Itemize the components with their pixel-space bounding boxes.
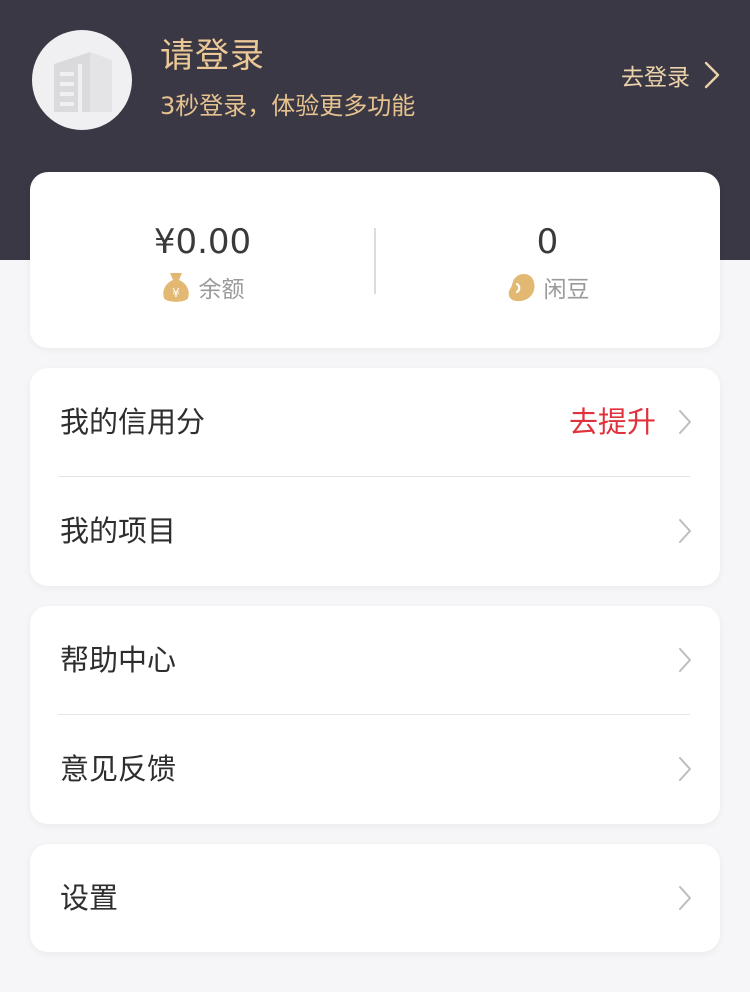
- go-login-label: 去登录: [621, 65, 690, 91]
- menu-item-help-center[interactable]: 帮助中心: [30, 606, 720, 714]
- beans-value: 0: [536, 222, 559, 262]
- menu-item-label: 我的信用分: [60, 405, 206, 439]
- account-menu-card: 我的信用分 去提升 我的项目: [30, 368, 720, 586]
- wallet-card: ¥0.00 ¥ 余额 0 闲豆: [30, 172, 720, 348]
- login-title[interactable]: 请登录: [160, 28, 265, 77]
- chevron-right-icon: [679, 886, 691, 910]
- menu-item-settings[interactable]: 设置: [30, 844, 720, 952]
- menu-item-label: 意见反馈: [60, 752, 177, 786]
- building-icon: [54, 52, 112, 112]
- menu-item-label: 我的项目: [60, 514, 177, 548]
- menu-item-my-projects[interactable]: 我的项目: [30, 477, 720, 585]
- login-subtitle: 3秒登录，体验更多功能: [160, 92, 416, 120]
- chevron-right-icon: [679, 410, 691, 434]
- go-login-link[interactable]: 去登录: [621, 58, 720, 92]
- chevron-right-icon: [704, 61, 720, 89]
- chevron-right-icon: [679, 757, 691, 781]
- menu-item-credit-score[interactable]: 我的信用分 去提升: [30, 368, 720, 476]
- balance-label: 余额: [198, 277, 245, 303]
- bean-icon: [508, 274, 535, 302]
- chevron-right-icon: [679, 519, 691, 543]
- svg-text:¥: ¥: [172, 286, 180, 300]
- menu-item-label: 设置: [60, 881, 119, 915]
- support-menu-card: 帮助中心 意见反馈: [30, 606, 720, 824]
- money-bag-icon: ¥: [162, 273, 189, 302]
- menu-item-feedback[interactable]: 意见反馈: [30, 715, 720, 823]
- beans-label: 闲豆: [543, 277, 590, 303]
- chevron-right-icon: [679, 648, 691, 672]
- balance-stat[interactable]: ¥0.00 ¥ 余额: [30, 172, 375, 348]
- settings-menu-card: 设置: [30, 844, 720, 952]
- avatar[interactable]: [32, 30, 132, 130]
- balance-value: ¥0.00: [153, 222, 252, 262]
- beans-stat[interactable]: 0 闲豆: [375, 172, 720, 348]
- improve-credit-link[interactable]: 去提升: [569, 368, 656, 476]
- menu-item-label: 帮助中心: [60, 643, 177, 677]
